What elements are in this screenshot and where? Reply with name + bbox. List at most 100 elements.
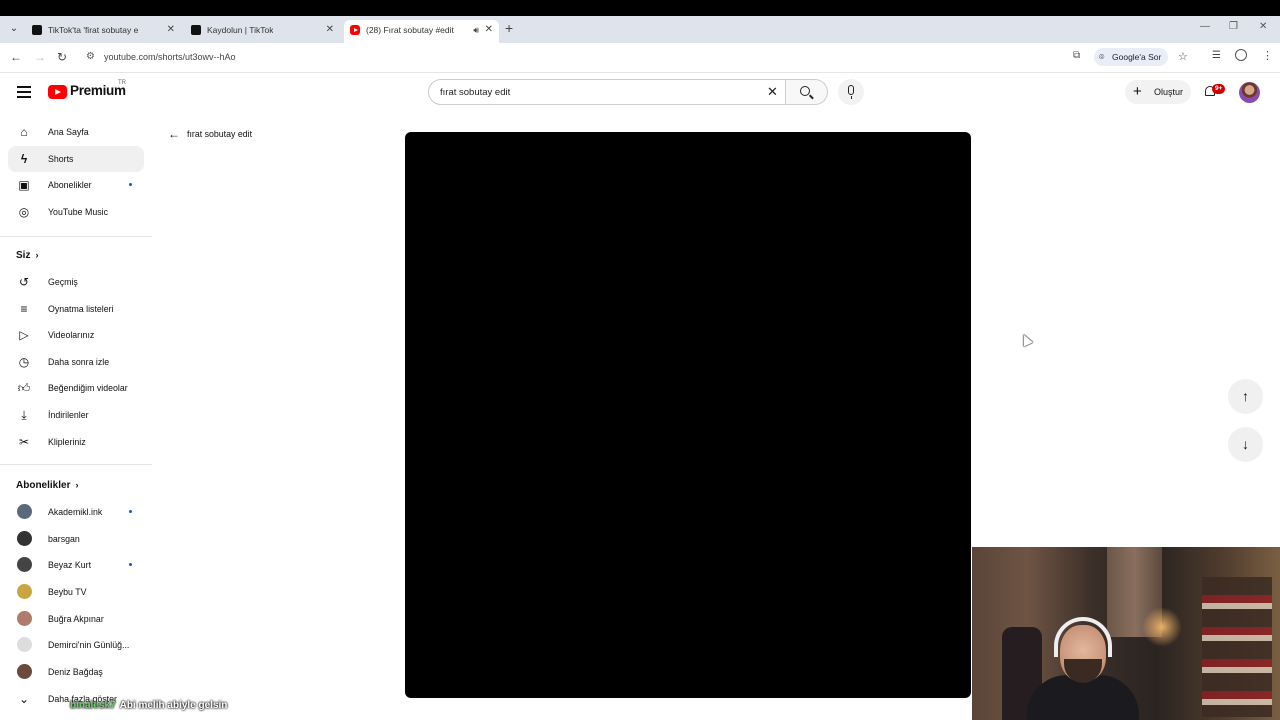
previous-short-button[interactable]: ↑	[1228, 379, 1263, 414]
chevron-right-icon: ›	[35, 250, 39, 260]
create-button[interactable]: + Oluştur	[1125, 80, 1191, 104]
sidebar-channel-beyaz-kurt[interactable]: Beyaz Kurt	[8, 552, 144, 578]
sidebar-subscriptions-heading[interactable]: Abonelikler ›	[16, 480, 78, 491]
sidebar-item-playlists[interactable]: ≡ Oynatma listeleri	[8, 296, 144, 322]
webcam-lamp-glow	[1142, 607, 1182, 647]
tiktok-icon	[191, 25, 201, 35]
account-avatar[interactable]	[1239, 82, 1260, 103]
new-tab-button[interactable]: +	[505, 20, 513, 36]
home-icon: ⌂	[20, 125, 28, 139]
sidebar-item-shorts[interactable]: ϟ Shorts	[8, 146, 144, 172]
forward-arrow-icon[interactable]: →	[34, 50, 46, 64]
sidebar-item-home[interactable]: ⌂ Ana Sayfa	[8, 119, 144, 145]
restore-icon[interactable]: ❐	[1229, 21, 1238, 32]
channel-avatar	[17, 664, 32, 679]
top-black-band	[0, 0, 1280, 16]
sidebar-item-downloads[interactable]: ⤓ İndirilenler	[8, 402, 144, 428]
playlist-icon: ≡	[20, 302, 28, 316]
voice-search-button[interactable]	[838, 79, 864, 105]
close-icon[interactable]: ✕	[167, 20, 175, 40]
sidebar-item-history[interactable]: ↺ Geçmiş	[8, 269, 144, 295]
browser-tab-1[interactable]: TikTok'ta 'firat sobutay edit' bu ✕	[26, 20, 181, 43]
like-icon: 👍︎	[17, 381, 31, 395]
browser-tab-2[interactable]: Kaydolun | TikTok ✕	[185, 20, 340, 43]
notification-badge: 9+	[1212, 84, 1226, 94]
next-short-button[interactable]: ↓	[1228, 427, 1263, 462]
clear-search-icon[interactable]: ✕	[767, 84, 778, 100]
sidebar-channel-barsgan[interactable]: barsgan	[8, 526, 144, 552]
browser-tab-3[interactable]: (28) Fırat sobutay #edit - Yo 🔊︎ ✕	[344, 20, 499, 43]
sidebar-item-label: barsgan	[48, 534, 80, 544]
channel-avatar	[17, 557, 32, 572]
sidebar-item-label: Demirci'nin Günlüğ...	[48, 640, 130, 650]
minimize-icon[interactable]: —	[1200, 21, 1210, 32]
sidebar-item-liked-videos[interactable]: 👍︎ Beğendiğim videolar	[8, 375, 144, 401]
sidebar-item-your-videos[interactable]: ▷ Videolarınız	[8, 322, 144, 348]
sidebar-channel-bugra-akpinar[interactable]: Buğra Akpınar	[8, 606, 144, 632]
search-query: fırat sobutay edit	[440, 87, 511, 98]
sidebar-channel-akademiklink[interactable]: Akademikl.ink	[8, 499, 144, 525]
sidebar-item-label: Klipleriniz	[48, 437, 86, 447]
media-controls-icon[interactable]: ☰	[1212, 50, 1221, 61]
sidebar-channel-demircinin-gunlugu[interactable]: Demirci'nin Günlüğ...	[8, 632, 144, 658]
scissors-icon: ✂	[18, 435, 30, 449]
subscriptions-icon: ▣	[18, 178, 30, 192]
shorts-search-query: fırat sobutay edit	[187, 129, 253, 139]
sidebar-item-label: Akademikl.ink	[48, 507, 103, 517]
youtube-logo-icon	[48, 85, 67, 99]
shorts-video-player[interactable]	[405, 132, 971, 698]
chat-username: binalesk7	[70, 700, 116, 711]
tab-title: Kaydolun | TikTok	[207, 25, 274, 35]
close-icon[interactable]: ✕	[326, 20, 334, 40]
back-arrow-icon[interactable]: ←	[10, 50, 22, 64]
sidebar-item-youtube-music[interactable]: ◎ YouTube Music	[8, 199, 144, 225]
address-bar[interactable]: ⚙ youtube.com/shorts/ut3owv--hAo	[80, 48, 1090, 68]
install-icon[interactable]: ⧉	[1073, 50, 1080, 61]
channel-avatar	[17, 611, 32, 626]
search-button[interactable]	[786, 79, 828, 105]
you-heading-label: Siz	[16, 250, 31, 261]
sidebar-item-clips[interactable]: ✂ Klipleriniz	[8, 429, 144, 455]
sidebar-item-label: Deniz Bağdaş	[48, 667, 103, 677]
search-input[interactable]: fırat sobutay edit ✕	[428, 79, 786, 105]
tiktok-icon	[32, 25, 42, 35]
sidebar-item-label: Shorts	[48, 154, 74, 164]
window-close-icon[interactable]: ✕	[1259, 21, 1267, 32]
webcam-headset	[1054, 617, 1112, 657]
new-content-dot	[129, 183, 132, 186]
shorts-icon: ϟ	[20, 152, 28, 166]
profile-icon[interactable]	[1235, 49, 1247, 61]
sidebar-item-label: Oynatma listeleri	[48, 304, 114, 314]
plus-icon: +	[1133, 83, 1142, 100]
sidebar-item-label: Beyaz Kurt	[48, 560, 92, 570]
lens-icon: ⌾	[1099, 52, 1105, 62]
close-icon[interactable]: ✕	[485, 20, 493, 40]
site-info-icon[interactable]: ⚙	[86, 51, 95, 62]
history-icon: ↺	[18, 275, 30, 289]
new-content-dot	[129, 510, 132, 513]
google-sor-button[interactable]: ⌾ Google'a Sor	[1094, 48, 1168, 66]
sidebar-item-label: Buğra Akpınar	[48, 614, 104, 624]
sidebar-item-subscriptions[interactable]: ▣ Abonelikler	[8, 172, 144, 198]
chevron-right-icon: ›	[75, 480, 79, 490]
stream-chat-message: binalesk7 Abi melih abiyle gelsin	[70, 700, 227, 711]
sidebar-channel-deniz-bagdas[interactable]: Deniz Bağdaş	[8, 659, 144, 685]
browser-menu-icon[interactable]: ⋮	[1262, 49, 1273, 62]
region-code: TR	[118, 80, 126, 86]
sidebar-divider	[0, 464, 152, 465]
speaker-icon[interactable]: 🔊︎	[473, 20, 479, 40]
new-content-dot	[129, 563, 132, 566]
hamburger-menu-icon[interactable]	[17, 86, 31, 98]
your-videos-icon: ▷	[19, 328, 29, 342]
sidebar-channel-beybu-tv[interactable]: Beybu TV	[8, 579, 144, 605]
sidebar-item-label: Ana Sayfa	[48, 127, 89, 137]
reload-icon[interactable]: ↻	[57, 50, 67, 64]
tab-search-icon[interactable]: ⌄	[7, 22, 21, 36]
sidebar-item-watch-later[interactable]: ◷ Daha sonra izle	[8, 349, 144, 375]
back-arrow-icon[interactable]: ←	[168, 127, 180, 141]
sidebar-divider	[0, 236, 152, 237]
bookmark-star-icon[interactable]: ☆	[1178, 50, 1188, 63]
create-label: Oluştur	[1154, 87, 1184, 97]
sidebar-you-heading[interactable]: Siz ›	[16, 250, 38, 261]
screen: ⌄ TikTok'ta 'firat sobutay edit' bu ✕ Ka…	[0, 0, 1280, 720]
